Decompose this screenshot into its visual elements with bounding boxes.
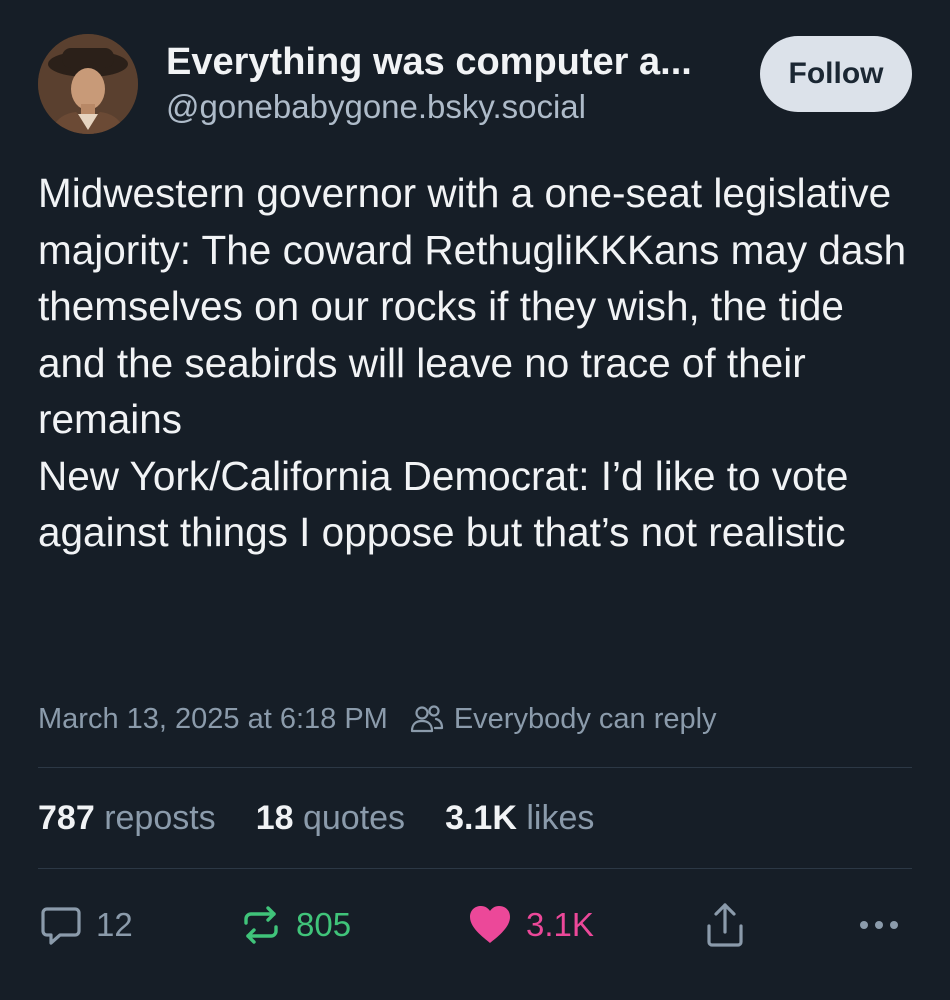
quotes-stat[interactable]: 18 quotes [256, 799, 405, 838]
post-stats: 787 reposts 18 quotes 3.1K likes [38, 795, 634, 841]
share-icon [702, 900, 748, 950]
post-header: Everything was computer a... @gonebabygo… [38, 34, 912, 134]
heart-icon [466, 902, 514, 948]
reposts-label: reposts [104, 798, 216, 837]
action-bar: 12 805 3.1K [38, 895, 912, 955]
more-options-button[interactable] [856, 895, 914, 955]
reply-setting-label: Everybody can reply [453, 702, 717, 735]
author-handle[interactable]: @gonebabygone.bsky.social [166, 86, 746, 128]
post-paragraph: Midwestern governor with a one-seat legi… [38, 170, 907, 442]
likes-stat[interactable]: 3.1K likes [445, 799, 594, 838]
user-avatar-icon [38, 34, 138, 134]
post-text: Midwestern governor with a one-seat legi… [38, 165, 908, 561]
reposts-count: 787 [38, 798, 95, 837]
author-names: Everything was computer a... @gonebabygo… [166, 40, 746, 128]
likes-count: 3.1K [445, 798, 517, 837]
author-display-name[interactable]: Everything was computer a... [166, 40, 746, 84]
quotes-label: quotes [302, 798, 406, 837]
ellipsis-icon [856, 915, 902, 935]
quotes-count: 18 [255, 798, 294, 837]
post-meta: March 13, 2025 at 6:18 PM Everybody can … [38, 697, 717, 741]
share-button[interactable] [702, 895, 760, 955]
reposts-stat[interactable]: 787 reposts [38, 799, 216, 838]
reply-button[interactable]: 12 [38, 895, 133, 955]
reply-setting[interactable]: Everybody can reply [410, 703, 717, 736]
repost-icon [238, 902, 284, 948]
repost-count: 805 [296, 906, 352, 943]
reply-count: 12 [96, 906, 133, 943]
author-avatar[interactable] [38, 34, 138, 134]
like-count: 3.1K [526, 906, 594, 943]
follow-button[interactable]: Follow [760, 36, 912, 112]
post-paragraph: New York/California Democrat: I’d like t… [38, 452, 849, 556]
like-button[interactable]: 3.1K [466, 895, 594, 955]
likes-label: likes [526, 798, 595, 837]
reply-icon [38, 902, 84, 948]
divider [38, 767, 912, 768]
people-icon [410, 704, 444, 734]
post-timestamp[interactable]: March 13, 2025 at 6:18 PM [38, 703, 388, 736]
repost-button[interactable]: 805 [238, 895, 351, 955]
divider [38, 868, 912, 869]
